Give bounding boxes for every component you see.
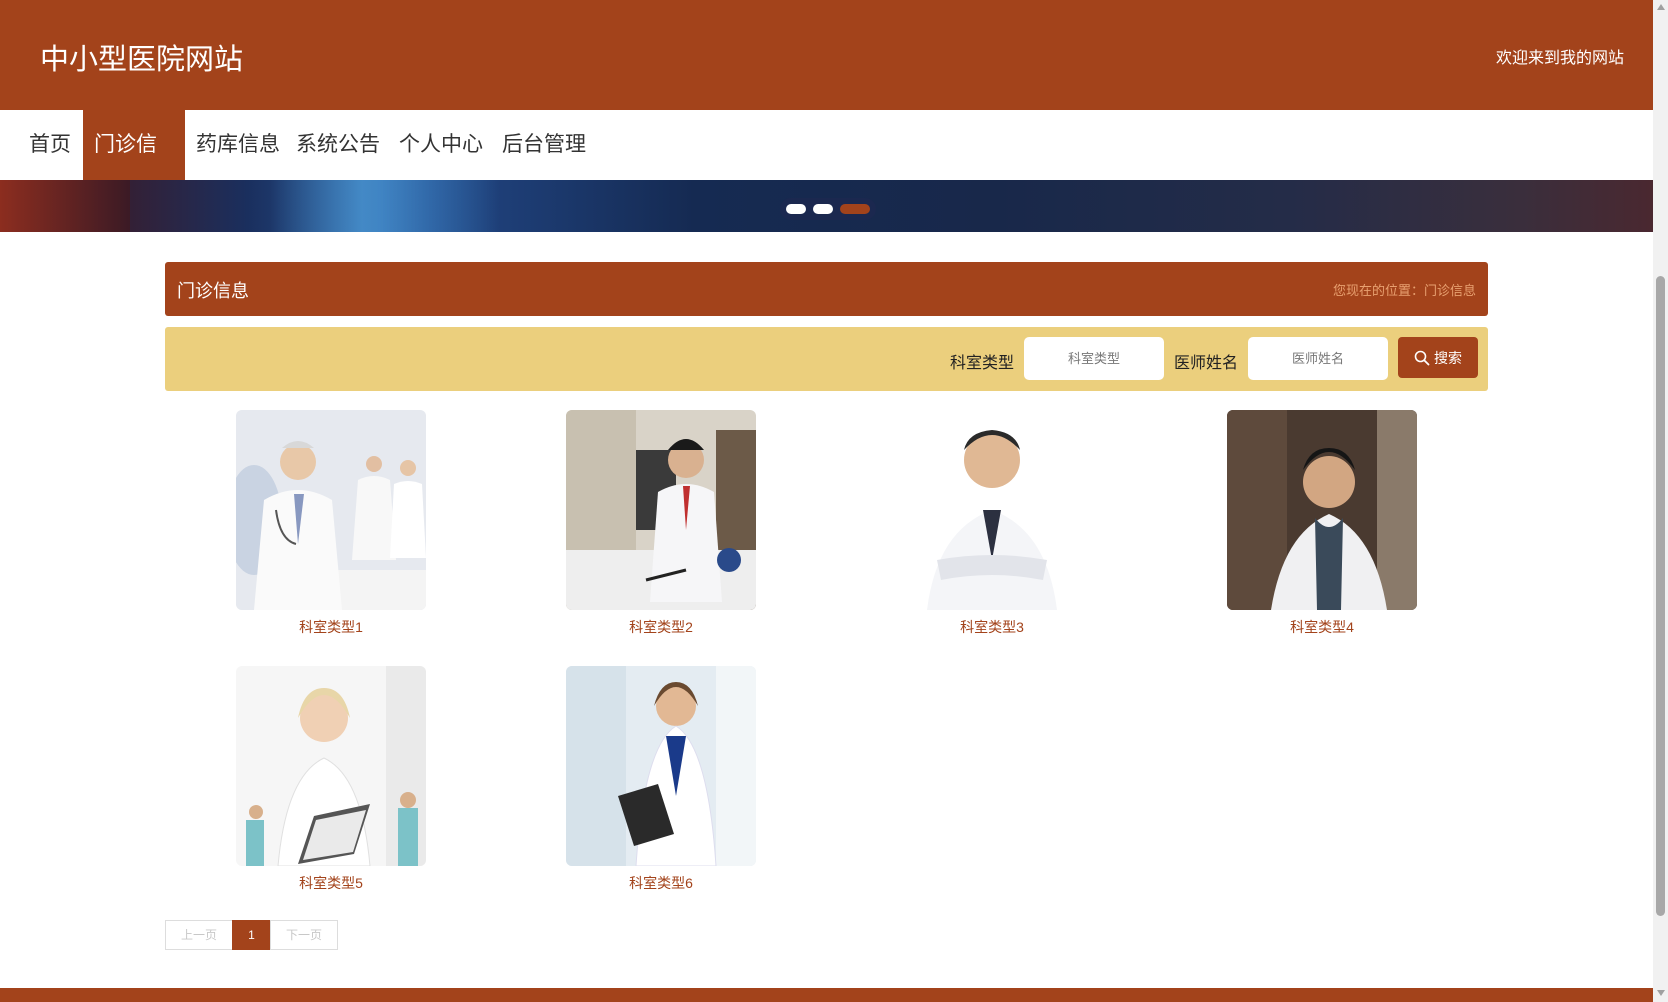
- doctor-photo: [1227, 410, 1417, 610]
- banner-carousel: [0, 180, 1653, 232]
- nav-item-announcements[interactable]: 系统公告: [285, 110, 391, 180]
- nav-item-personal-center[interactable]: 个人中心: [388, 110, 494, 180]
- page-1-button[interactable]: 1: [232, 920, 271, 950]
- card-label: 科室类型5: [299, 875, 363, 891]
- next-page-button[interactable]: 下一页: [270, 920, 338, 950]
- search-button[interactable]: 搜索: [1398, 337, 1478, 378]
- doctor-photo: [236, 410, 426, 610]
- clinic-card-6[interactable]: 科室类型6: [566, 666, 756, 893]
- section-title: 门诊信息: [177, 281, 249, 301]
- welcome-text: 欢迎来到我的网站: [1495, 50, 1624, 67]
- nav-item-admin[interactable]: 后台管理: [491, 110, 597, 180]
- card-label: 科室类型3: [960, 619, 1024, 635]
- doctor-photo: [566, 666, 756, 866]
- card-label: 科室类型1: [299, 619, 363, 635]
- doctor-photo: [236, 666, 426, 866]
- main-nav: 首页 门诊信息 药库信息 系统公告 个人中心 后台管理: [0, 110, 1653, 226]
- carousel-dot-2[interactable]: [813, 204, 833, 214]
- doctor-name-label: 医师姓名: [1174, 355, 1239, 372]
- nav-item-home[interactable]: 首页: [18, 110, 82, 180]
- scrollbar-thumb[interactable]: [1656, 276, 1665, 916]
- clinic-card-1[interactable]: 科室类型1: [236, 410, 426, 637]
- dept-type-label: 科室类型: [950, 355, 1015, 372]
- breadcrumb-location: 您现在的位置：门诊信息: [1332, 283, 1476, 298]
- dept-type-input[interactable]: [1024, 337, 1164, 380]
- doctor-photo: [897, 410, 1087, 610]
- search-button-label: 搜索: [1434, 349, 1462, 366]
- doctor-photo: [566, 410, 756, 610]
- scroll-up-icon[interactable]: [1657, 4, 1665, 10]
- clinic-card-2[interactable]: 科室类型2: [566, 410, 756, 637]
- card-label: 科室类型6: [629, 875, 693, 891]
- site-title: 中小型医院网站: [40, 44, 244, 76]
- card-label: 科室类型2: [629, 619, 693, 635]
- clinic-card-3[interactable]: 科室类型3: [897, 410, 1087, 637]
- clinic-card-4[interactable]: 科室类型4: [1227, 410, 1417, 637]
- scroll-down-icon[interactable]: [1657, 990, 1665, 996]
- prev-page-button[interactable]: 上一页: [165, 920, 233, 950]
- clinic-card-5[interactable]: 科室类型5: [236, 666, 426, 893]
- search-icon: [1414, 350, 1430, 365]
- nav-item-outpatient[interactable]: 门诊信息: [83, 110, 185, 226]
- card-label: 科室类型4: [1290, 619, 1354, 635]
- footer-bar: [0, 988, 1653, 1002]
- carousel-dot-1[interactable]: [786, 204, 806, 214]
- site-header: 中小型医院网站 欢迎来到我的网站: [0, 0, 1653, 110]
- nav-item-pharmacy[interactable]: 药库信息: [185, 110, 291, 180]
- carousel-indicators: [780, 198, 876, 220]
- search-bar: 科室类型 医师姓名 搜索: [165, 327, 1488, 391]
- carousel-dot-3[interactable]: [840, 204, 870, 214]
- section-header: 门诊信息 您现在的位置：门诊信息: [165, 262, 1488, 316]
- doctor-name-input[interactable]: [1248, 337, 1388, 380]
